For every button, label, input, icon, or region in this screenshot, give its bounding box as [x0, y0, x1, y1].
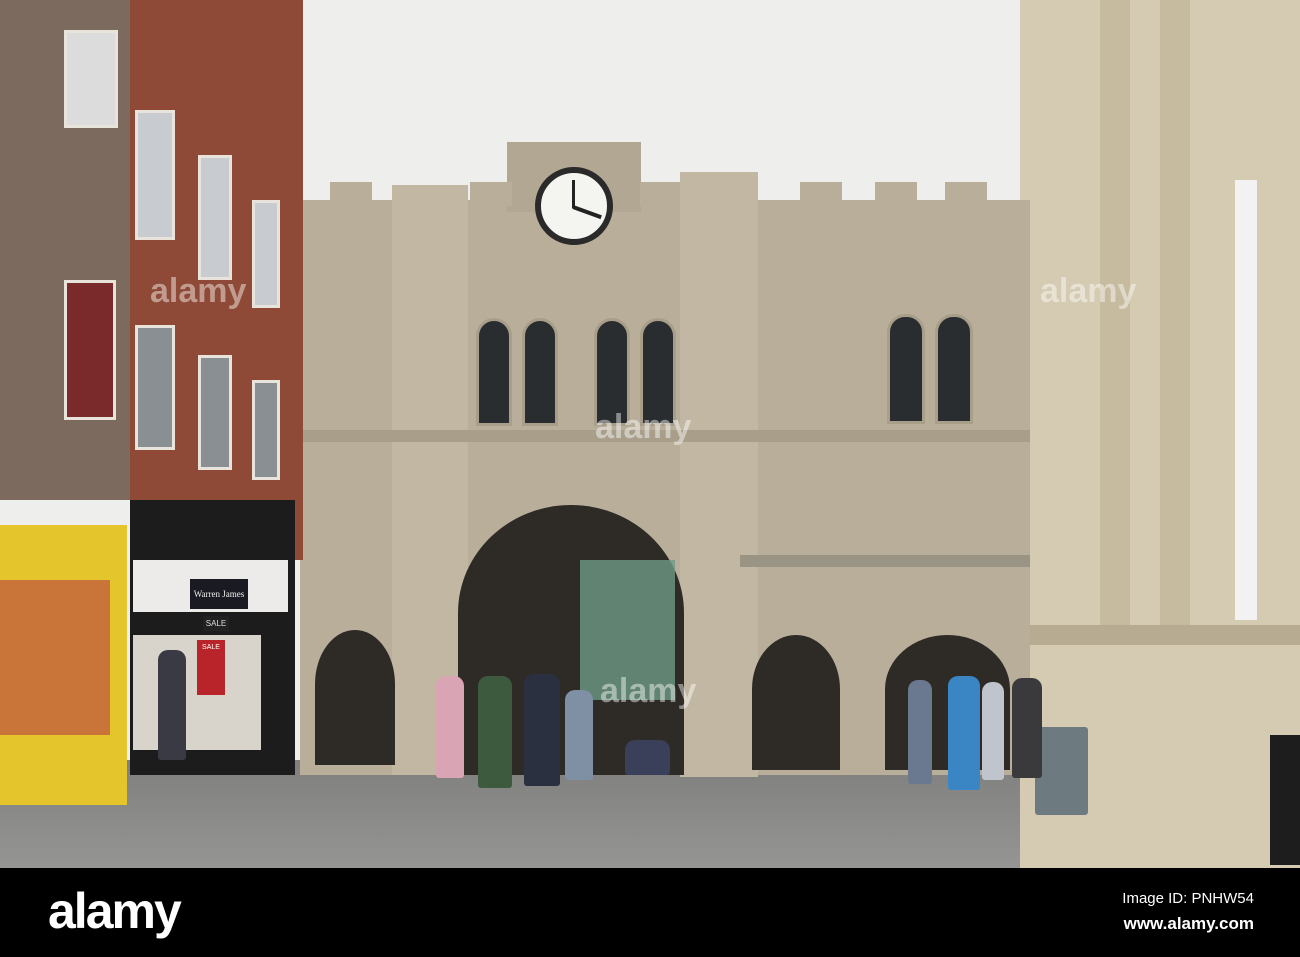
sale-sign: SALE: [203, 616, 229, 631]
right-building-column: [1160, 0, 1190, 640]
battlement: [470, 182, 512, 206]
battlement: [330, 182, 372, 206]
window: [64, 280, 116, 420]
window: [476, 318, 512, 426]
watermark-bar: alamy Image ID: PNHW54 www.alamy.com: [0, 868, 1300, 957]
photo-scene: Warren James SALE SALE alamy alamy alamy…: [0, 0, 1300, 868]
battlement: [875, 182, 917, 206]
image-id: Image ID: PNHW54: [1122, 890, 1254, 907]
pedestrian: [948, 676, 980, 790]
window: [935, 314, 973, 424]
window: [198, 155, 232, 280]
warren-james-sign: Warren James: [190, 579, 248, 609]
seated-person: [625, 740, 670, 775]
right-building-column: [1100, 0, 1130, 640]
pedestrian: [158, 650, 186, 760]
yellow-shop-window: [0, 580, 110, 735]
pedestrian: [908, 680, 932, 784]
window: [135, 325, 175, 450]
litter-bin: [1035, 727, 1088, 815]
side-archway: [752, 635, 840, 770]
window: [135, 110, 175, 240]
battlement: [945, 182, 987, 206]
pedestrian: [524, 674, 560, 786]
alamy-url: www.alamy.com: [1123, 914, 1254, 933]
battlement: [800, 182, 842, 206]
alamy-logo: alamy: [48, 883, 182, 939]
black-bin: [1270, 735, 1300, 865]
sale-poster: SALE: [197, 640, 225, 695]
window: [198, 355, 232, 470]
watermark-logo: alamy: [600, 672, 697, 710]
battlement: [640, 182, 682, 206]
pedestrian: [1012, 678, 1042, 778]
window: [64, 30, 118, 128]
side-archway: [315, 630, 395, 765]
watermark-logo: alamy: [595, 408, 692, 446]
pedestrian: [436, 676, 464, 778]
watermark-logo: alamy: [1040, 272, 1137, 310]
string-course: [740, 555, 1030, 567]
pedestrian: [478, 676, 512, 788]
window: [887, 314, 925, 424]
window: [252, 200, 280, 308]
right-building-cornice: [1030, 625, 1300, 645]
watermark-logo: alamy: [150, 272, 247, 310]
clock-hand: [572, 180, 575, 208]
window: [522, 318, 558, 426]
window: [252, 380, 280, 480]
right-building-window: [1235, 180, 1257, 620]
pedestrian: [565, 690, 593, 780]
pedestrian: [982, 682, 1004, 780]
